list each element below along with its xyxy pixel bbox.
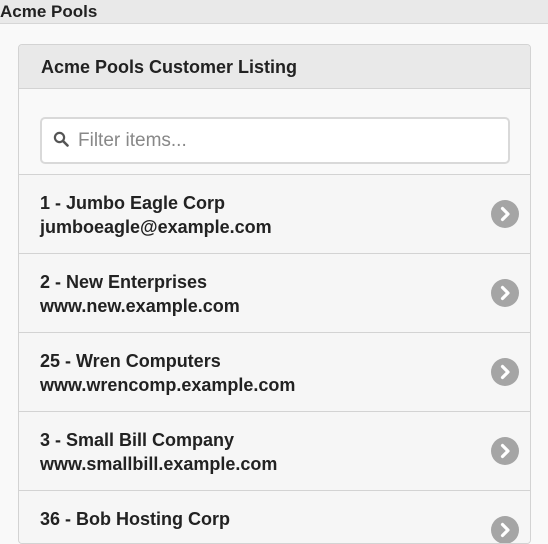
list-item[interactable]: 1 - Jumbo Eagle Corp jumboeagle@example.… xyxy=(19,175,530,254)
customer-title: 2 - New Enterprises xyxy=(40,272,208,292)
chevron-right-circle-icon[interactable] xyxy=(491,358,519,386)
customer-contact: jumboeagle@example.com xyxy=(40,217,272,237)
customer-contact: www.new.example.com xyxy=(40,296,240,316)
customer-title: 36 - Bob Hosting Corp xyxy=(40,509,230,529)
chevron-right-circle-icon[interactable] xyxy=(491,437,519,465)
app-title-bar: Acme Pools xyxy=(0,0,548,24)
panel-header: Acme Pools Customer Listing xyxy=(19,45,530,89)
customer-contact: www.wrencomp.example.com xyxy=(40,375,296,395)
chevron-right-circle-icon[interactable] xyxy=(491,200,519,228)
search-box[interactable] xyxy=(40,117,510,164)
list-item[interactable]: 2 - New Enterprises www.new.example.com xyxy=(19,254,530,333)
chevron-right-circle-icon[interactable] xyxy=(491,516,519,543)
filter-input[interactable] xyxy=(76,125,500,157)
list-item[interactable]: 25 - Wren Computers www.wrencomp.example… xyxy=(19,333,530,412)
list-item[interactable]: 3 - Small Bill Company www.smallbill.exa… xyxy=(19,412,530,491)
panel-title: Acme Pools Customer Listing xyxy=(41,57,298,77)
search-row xyxy=(19,89,530,175)
customer-title: 25 - Wren Computers xyxy=(40,351,221,371)
search-icon xyxy=(53,131,69,147)
app-title: Acme Pools xyxy=(0,2,98,21)
customer-listing-panel: Acme Pools Customer Listing 1 - Jumbo Ea… xyxy=(18,44,531,544)
chevron-right-circle-icon[interactable] xyxy=(491,279,519,307)
customer-contact: www.smallbill.example.com xyxy=(40,454,278,474)
customer-title: 1 - Jumbo Eagle Corp xyxy=(40,193,226,213)
customer-title: 3 - Small Bill Company xyxy=(40,430,235,450)
